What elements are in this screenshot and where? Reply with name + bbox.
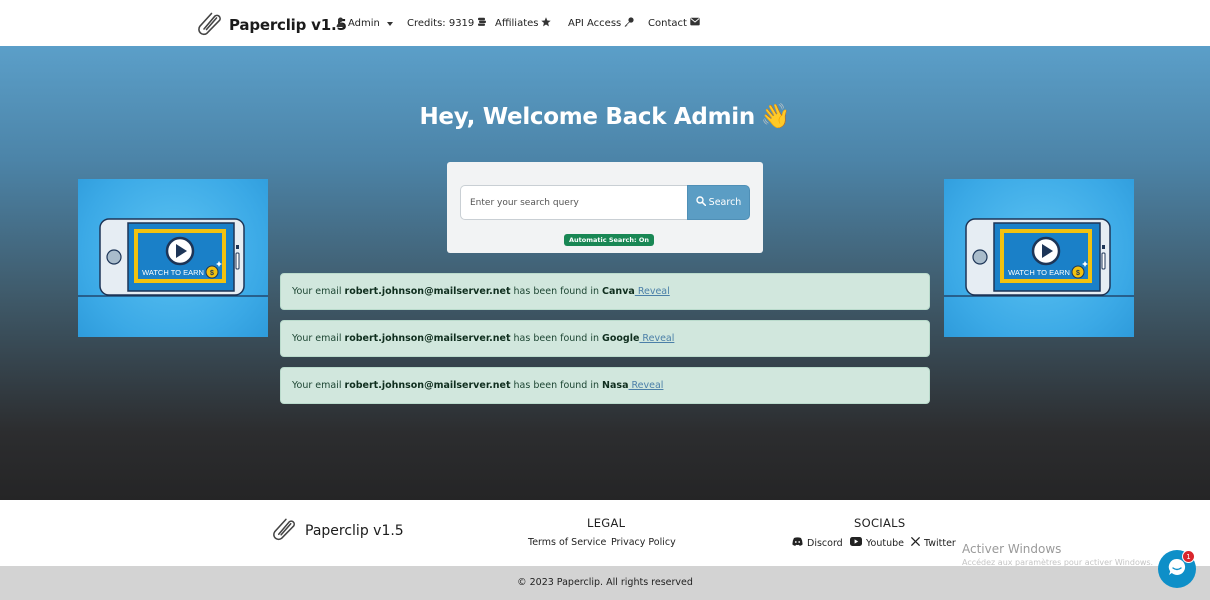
reveal-link[interactable]: Reveal xyxy=(628,380,664,391)
envelope-icon xyxy=(690,17,700,29)
reveal-link[interactable]: Reveal xyxy=(639,333,674,344)
result-middle: has been found in xyxy=(510,380,603,391)
footer-brand-link[interactable]: Paperclip v1.5 xyxy=(272,516,404,545)
terms-of-service-link[interactable]: Terms of Service xyxy=(528,537,606,548)
automatic-search-toggle[interactable]: Automatic Search: On xyxy=(564,234,655,246)
paperclip-icon xyxy=(197,10,223,40)
phone-video-illustration: WATCH TO EARN $ xyxy=(944,218,1134,297)
result-email: robert.johnson@mailserver.net xyxy=(344,333,511,344)
result-email: robert.johnson@mailserver.net xyxy=(344,286,511,297)
twitter-link[interactable]: Twitter xyxy=(910,536,956,549)
watch-to-earn-ad-left[interactable]: WATCH TO EARN $ xyxy=(78,179,268,337)
result-middle: has been found in xyxy=(510,333,603,344)
caret-down-icon xyxy=(386,18,393,29)
youtube-link[interactable]: Youtube xyxy=(850,537,904,549)
discord-label: Discord xyxy=(807,537,843,549)
copyright-text: © 2023 Paperclip. All rights reserved xyxy=(517,577,693,588)
svg-text:$: $ xyxy=(210,270,214,277)
result-site: Canva xyxy=(602,286,635,297)
result-site: Google xyxy=(602,333,640,344)
user-icon xyxy=(336,17,345,30)
contact-link[interactable]: Contact xyxy=(648,17,700,29)
contact-label: Contact xyxy=(648,17,687,29)
brand-link[interactable]: Paperclip v1.5 xyxy=(197,10,347,40)
search-button[interactable]: Search xyxy=(687,185,750,220)
copyright-bar: © 2023 Paperclip. All rights reserved xyxy=(0,566,1210,600)
api-access-link[interactable]: API Access xyxy=(568,17,634,30)
search-button-label: Search xyxy=(708,197,742,208)
result-email: robert.johnson@mailserver.net xyxy=(344,380,511,391)
windows-activation-title: Activer Windows xyxy=(962,542,1062,556)
svg-text:$: $ xyxy=(1076,270,1080,277)
legal-heading: LEGAL xyxy=(587,516,626,530)
socials-heading: SOCIALS xyxy=(854,516,906,530)
key-icon xyxy=(624,17,634,30)
coins-icon xyxy=(477,17,487,30)
chat-unread-badge: 1 xyxy=(1182,550,1195,563)
discord-icon xyxy=(792,537,803,549)
result-prefix: Your email xyxy=(292,380,345,391)
youtube-icon xyxy=(850,537,862,549)
result-site: Nasa xyxy=(602,380,629,391)
paperclip-icon xyxy=(272,516,297,545)
result-prefix: Your email xyxy=(292,286,345,297)
youtube-label: Youtube xyxy=(866,537,904,549)
affiliates-label: Affiliates xyxy=(495,18,539,29)
x-twitter-icon xyxy=(910,536,921,549)
affiliates-link[interactable]: Affiliates xyxy=(495,17,552,30)
discord-link[interactable]: Discord xyxy=(792,537,843,549)
welcome-heading: Hey, Welcome Back Admin 👋 xyxy=(0,102,1210,130)
reveal-link[interactable]: Reveal xyxy=(635,286,670,297)
top-navbar: Paperclip v1.5 Admin Credits: 9319 Affil… xyxy=(0,0,1210,46)
phone-video-illustration: WATCH TO EARN $ xyxy=(78,218,268,297)
magnifier-icon xyxy=(695,196,706,209)
ad-text-right: WATCH TO EARN xyxy=(1008,268,1070,277)
credits-link[interactable]: Credits: 9319 xyxy=(407,17,487,30)
privacy-policy-link[interactable]: Privacy Policy xyxy=(611,537,676,548)
waving-hand-emoji: 👋 xyxy=(760,102,791,130)
result-middle: has been found in xyxy=(510,286,603,297)
ad-text-left: WATCH TO EARN xyxy=(142,268,204,277)
search-input[interactable] xyxy=(460,185,688,220)
brand-name: Paperclip v1.5 xyxy=(229,16,347,34)
twitter-label: Twitter xyxy=(924,537,956,549)
api-access-label: API Access xyxy=(568,18,622,29)
credits-label: Credits: 9319 xyxy=(407,18,475,29)
star-icon xyxy=(541,17,552,30)
breach-result-alert: Your email robert.johnson@mailserver.net… xyxy=(280,367,930,404)
breach-result-alert: Your email robert.johnson@mailserver.net… xyxy=(280,320,930,357)
admin-user-menu[interactable]: Admin xyxy=(336,17,393,30)
admin-label: Admin xyxy=(348,18,380,29)
breach-result-alert: Your email robert.johnson@mailserver.net… xyxy=(280,273,930,310)
site-footer: Paperclip v1.5 LEGAL Terms of Service Pr… xyxy=(0,500,1210,567)
result-prefix: Your email xyxy=(292,333,345,344)
watch-to-earn-ad-right[interactable]: WATCH TO EARN $ xyxy=(944,179,1134,337)
hero-section: Hey, Welcome Back Admin 👋 WATCH TO EARN $ xyxy=(0,46,1210,500)
search-card: Search Automatic Search: On xyxy=(447,162,763,253)
footer-brand-name: Paperclip v1.5 xyxy=(305,522,404,539)
welcome-text: Hey, Welcome Back Admin xyxy=(419,104,755,130)
